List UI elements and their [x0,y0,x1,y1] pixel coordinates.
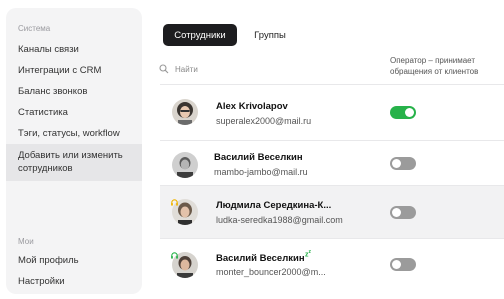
sidebar: Система Каналы связи Интеграции с CRM Ба… [6,8,142,294]
employee-name: Alex Krivolapov [216,101,288,112]
employee-email: ludka-seredka1988@gmail.com [216,215,343,225]
table-row[interactable]: Василий Веселкин mambo-jambo@mail.ru [160,141,504,185]
employee-name: Людмила Середкина-К... [216,200,332,211]
operator-toggle[interactable] [390,106,416,119]
sidebar-item-profile[interactable]: Мой профиль [6,254,142,267]
sleep-icon: zz [305,249,311,259]
operator-toggle[interactable] [390,206,416,219]
operator-toggle[interactable] [390,258,416,271]
operator-toggle[interactable] [390,157,416,170]
table-row[interactable]: Василий Веселкин zz monter_bouncer2000@m… [160,239,504,291]
employee-email: mambo-jambo@mail.ru [214,167,308,177]
search-input[interactable]: Найти [159,64,198,74]
table-row[interactable]: Alex Krivolapov superalex2000@mail.ru [160,85,504,140]
table-row[interactable]: Людмила Середкина-К... ludka-seredka1988… [160,186,504,238]
employee-name: Василий Веселкин [214,152,303,163]
search-icon [159,64,169,74]
headset-icon [171,199,178,206]
avatar [172,99,198,125]
search-placeholder: Найти [175,64,198,74]
sidebar-item-tags[interactable]: Тэги, статусы, workflow [6,127,142,140]
headset-icon [171,252,178,259]
sidebar-item-crm[interactable]: Интеграции с CRM [6,64,142,77]
sidebar-section-system: Система [18,24,51,33]
sidebar-item-balance[interactable]: Баланс звонков [6,85,142,98]
sidebar-item-settings[interactable]: Настройки [6,275,142,288]
avatar [172,152,198,178]
employee-email: superalex2000@mail.ru [216,116,312,126]
sidebar-item-employees[interactable]: Добавить или изменить сотрудников [6,144,142,181]
employee-name: Василий Веселкин [216,253,305,264]
column-header-operator: Оператор – принимает обращения от клиент… [390,56,479,76]
sidebar-item-channels[interactable]: Каналы связи [6,43,142,56]
tab-employees[interactable]: Сотрудники [163,24,237,46]
sidebar-section-my: Мои [18,237,34,246]
employee-email: monter_bouncer2000@m... [216,267,326,277]
tab-groups[interactable]: Группы [244,24,296,46]
sidebar-item-statistics[interactable]: Статистика [6,106,142,119]
